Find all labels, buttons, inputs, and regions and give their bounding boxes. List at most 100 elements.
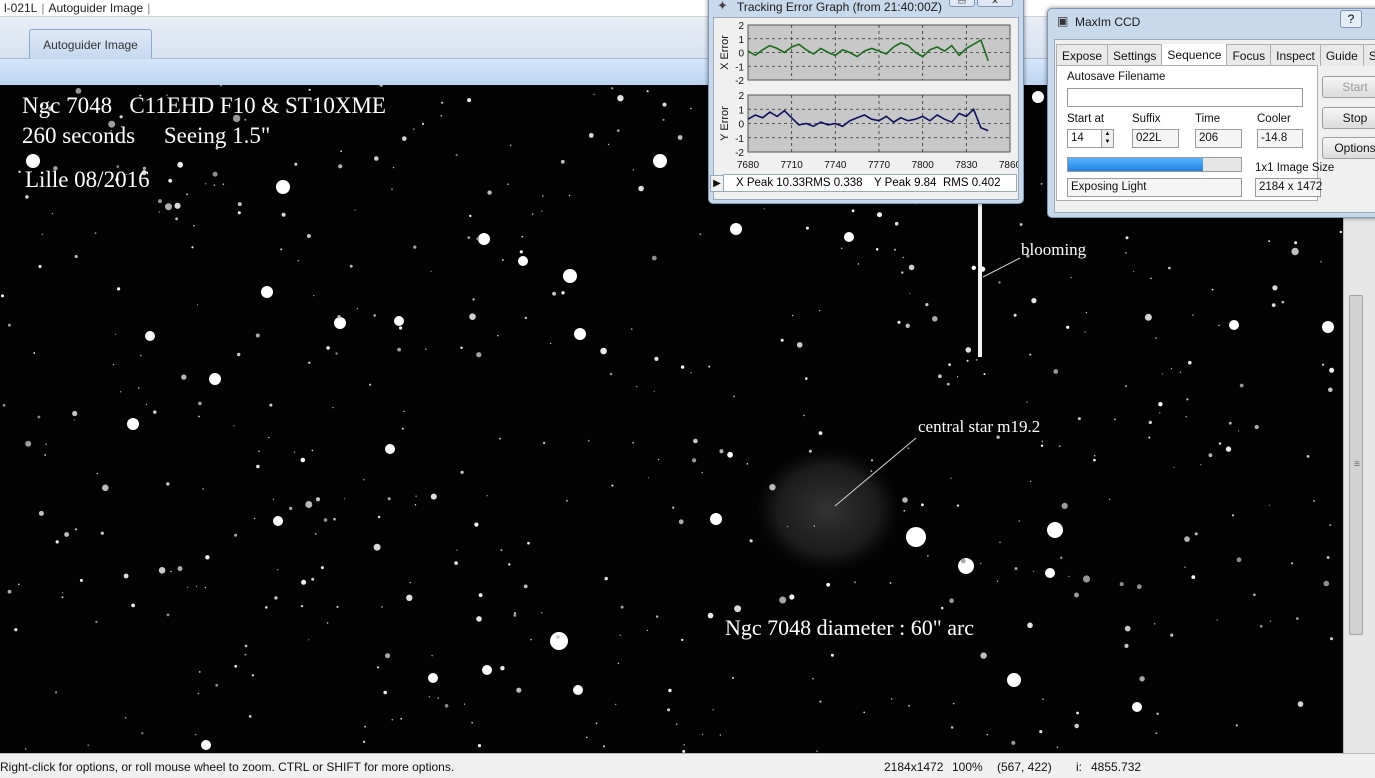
star [186, 193, 188, 195]
star [925, 303, 929, 307]
star [117, 287, 121, 291]
tab-settings[interactable]: Settings [1107, 44, 1163, 66]
star [600, 347, 607, 355]
star [209, 373, 221, 385]
tab-sequence[interactable]: Sequence [1161, 44, 1228, 65]
start-button[interactable]: Start [1322, 76, 1375, 98]
star [311, 577, 315, 581]
star [844, 232, 854, 242]
star [305, 501, 313, 508]
star [619, 634, 621, 636]
star [681, 638, 684, 642]
status-coords: (567, 422) [997, 760, 1052, 774]
star [253, 517, 256, 520]
star [921, 503, 924, 507]
star [1, 294, 4, 298]
star [289, 506, 293, 510]
star [1231, 514, 1235, 517]
star [638, 185, 644, 192]
star [471, 721, 473, 724]
star [196, 304, 199, 306]
star [175, 217, 179, 221]
stop-button[interactable]: Stop [1322, 107, 1375, 129]
tab-guide[interactable]: Guide [1319, 44, 1364, 66]
star [1296, 617, 1299, 620]
star [617, 662, 620, 665]
star [870, 459, 874, 462]
star [975, 359, 978, 361]
tab-focus[interactable]: Focus [1226, 44, 1272, 66]
star [1208, 453, 1213, 458]
tab-setup[interactable]: Setup [1362, 44, 1375, 66]
star [1161, 373, 1163, 375]
star [651, 255, 657, 261]
window-title: Autoguider Image [48, 1, 144, 15]
star [354, 209, 356, 211]
bottom-tick-label: 7830 [955, 160, 978, 171]
cooler-label: Cooler [1257, 113, 1291, 125]
star [1194, 532, 1198, 536]
scrollbar-thumb[interactable]: ≡ [1349, 295, 1363, 635]
star [986, 734, 988, 736]
maxim-ccd-window[interactable]: ▣ MaxIm CCD ? Expose Settings Sequence Focu… [1047, 8, 1375, 218]
star [863, 711, 865, 714]
x-peak: X Peak 10.33 [736, 177, 806, 189]
star [409, 581, 411, 584]
star [1084, 331, 1086, 333]
star [632, 442, 634, 444]
star [455, 154, 458, 156]
caption-object: Ngc 7048 C11EHD F10 & ST10XME [22, 93, 386, 118]
star [561, 291, 565, 295]
star [604, 576, 608, 581]
star [14, 628, 18, 632]
options-button[interactable]: Options [1322, 137, 1375, 159]
star [198, 415, 200, 418]
status-intensity-label: i: [1076, 760, 1082, 774]
star [789, 594, 795, 600]
star [1007, 673, 1021, 687]
tab-expose[interactable]: Expose [1056, 44, 1109, 66]
star [273, 516, 283, 526]
star [222, 183, 225, 185]
suffix-field[interactable]: 022L [1132, 129, 1179, 148]
tracking-graph-window[interactable]: ✦ Tracking Error Graph (from 21:40:00Z) … [708, 0, 1024, 204]
star [18, 170, 21, 173]
star [1070, 277, 1072, 279]
star [796, 342, 803, 348]
nebula-ngc7048 [756, 448, 900, 572]
star [1132, 702, 1142, 712]
star [1271, 303, 1276, 307]
star [857, 263, 860, 265]
star [478, 593, 483, 597]
star [818, 431, 823, 435]
star [391, 718, 394, 721]
pin-button[interactable]: ▭ [949, 0, 975, 7]
tab-inspect[interactable]: Inspect [1270, 44, 1321, 66]
star [1228, 421, 1232, 425]
star [657, 458, 660, 461]
play-icon[interactable]: ▶ [710, 175, 724, 192]
star [746, 463, 749, 465]
close-button[interactable]: ✕ [977, 0, 1013, 7]
help-button[interactable]: ? [1340, 10, 1362, 28]
star [94, 232, 97, 235]
star [902, 256, 905, 259]
star [476, 616, 482, 622]
tab-autoguider-image[interactable]: Autoguider Image [29, 29, 152, 59]
star [893, 248, 897, 251]
star [672, 506, 675, 509]
star [1320, 261, 1322, 263]
star [667, 708, 671, 712]
star [1326, 556, 1330, 559]
star [323, 518, 328, 522]
autosave-filename-input[interactable] [1067, 88, 1303, 107]
star [79, 578, 83, 582]
star [678, 519, 684, 525]
star [251, 674, 255, 677]
star [401, 427, 404, 430]
star [234, 664, 238, 668]
star [377, 666, 379, 669]
start-at-field[interactable]: 14 [1067, 129, 1102, 148]
star [300, 457, 306, 463]
start-at-stepper[interactable]: ▲ ▼ [1101, 129, 1114, 148]
